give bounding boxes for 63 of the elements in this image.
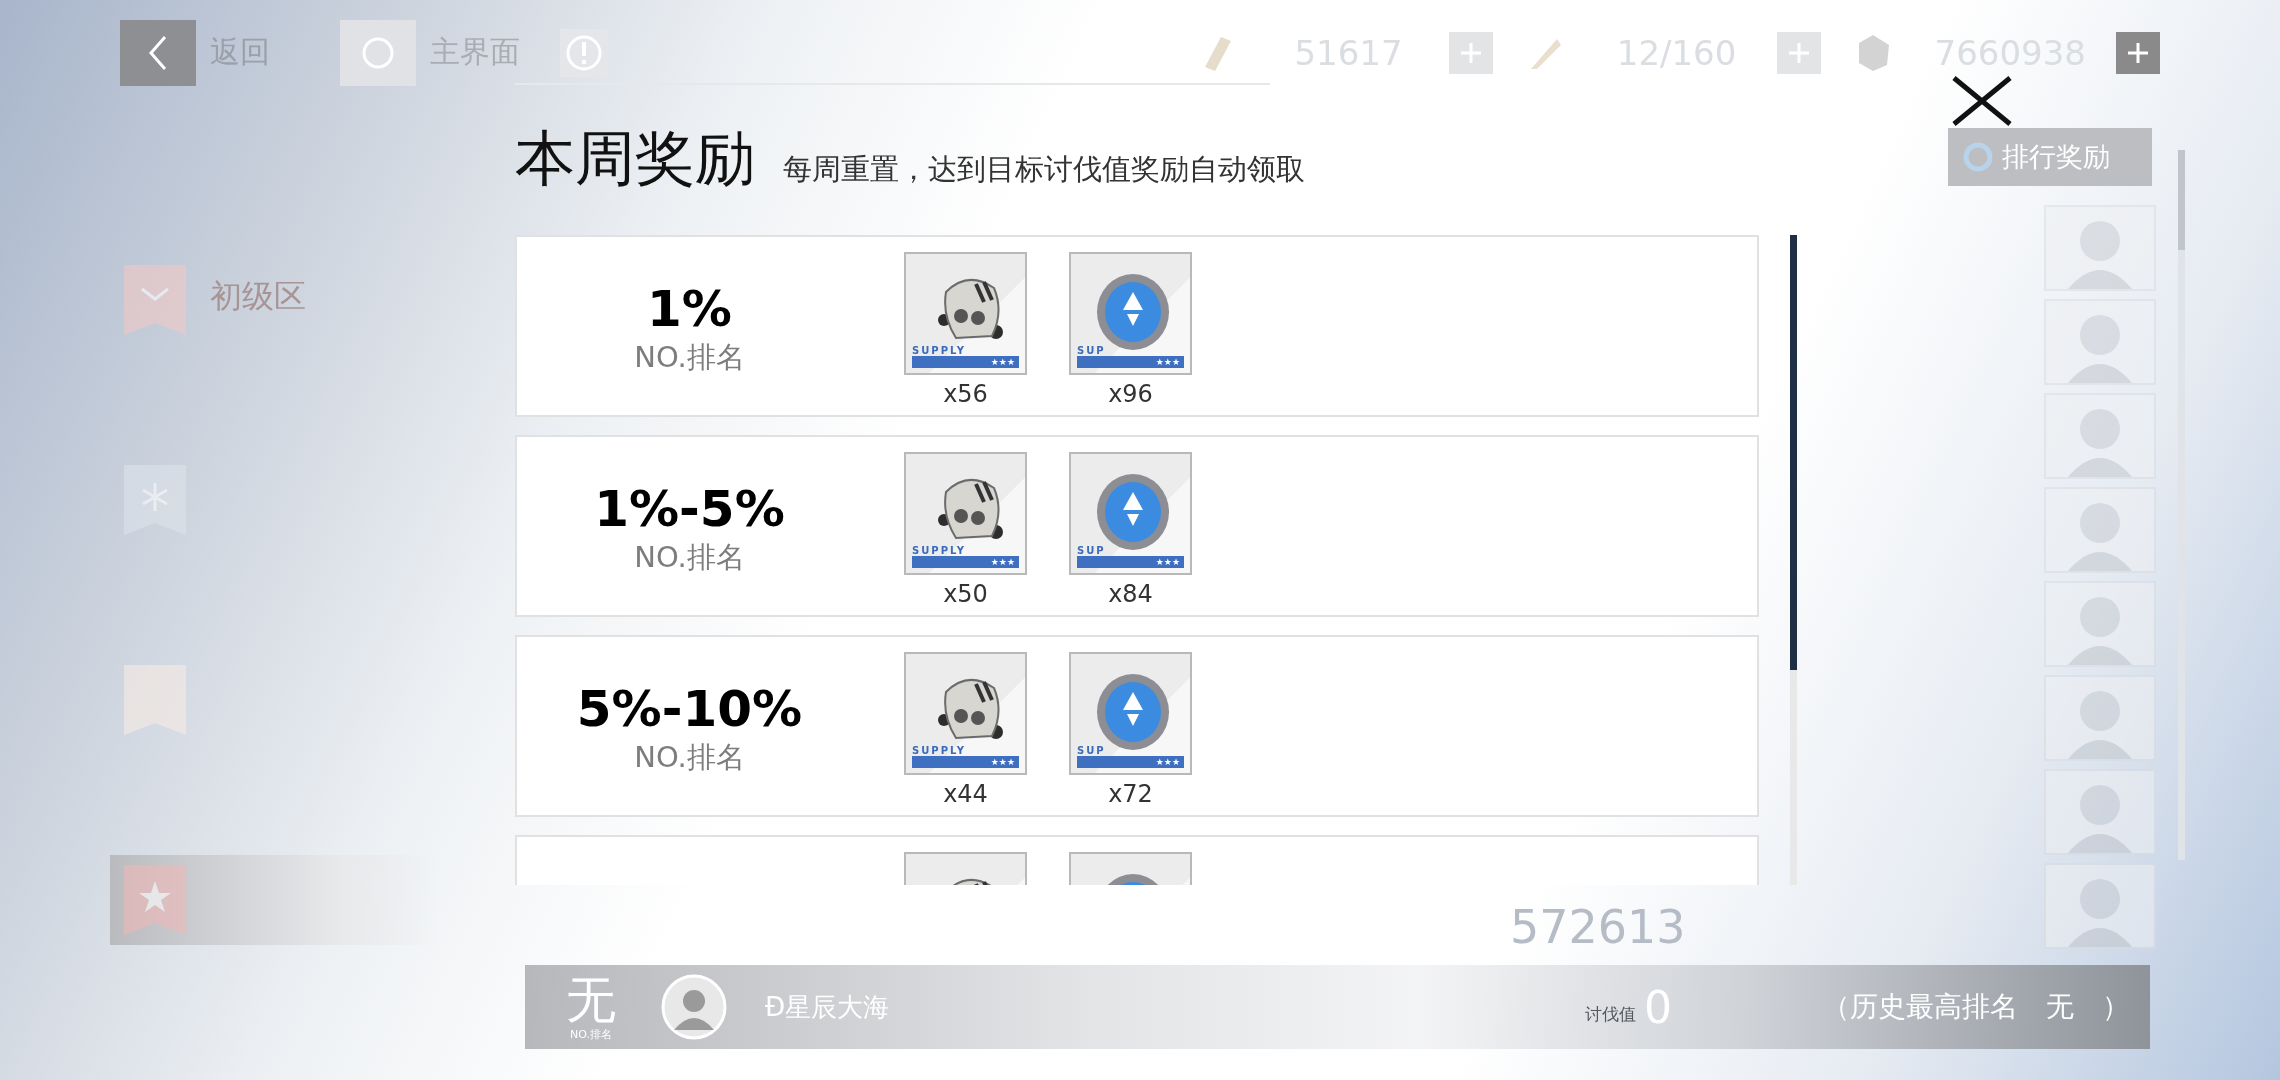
mask-icon — [937, 678, 1005, 742]
plus-icon — [1458, 40, 1483, 65]
item-tag: SUP — [1077, 345, 1106, 356]
portrait-card[interactable] — [2044, 299, 2156, 385]
portrait-card[interactable] — [2044, 863, 2156, 949]
tier-range: 1%-5% — [594, 480, 785, 538]
item-tile[interactable]: SUPPLY ★★★ — [904, 652, 1027, 775]
rarity-bar: ★★★ — [1077, 756, 1184, 768]
panel-title: 本周奖励 — [515, 122, 755, 195]
item-tag: SUPPLY — [912, 545, 967, 556]
item-quantity: x50 — [943, 580, 988, 608]
item-quantity: x72 — [1108, 780, 1153, 808]
mask-icon — [937, 278, 1005, 342]
item-tile[interactable]: SUPPLY ★★★ — [904, 252, 1027, 375]
scroll-thumb[interactable] — [1790, 235, 1797, 670]
rarity-bar: ★★★ — [912, 756, 1019, 768]
scroll-thumb[interactable] — [2178, 150, 2185, 250]
item-quantity: x96 — [1108, 380, 1153, 408]
my-rank: 无 — [566, 972, 616, 1027]
home-button[interactable] — [340, 19, 416, 86]
item-tag: SUPPLY — [912, 345, 967, 356]
item-tile[interactable]: SUP ★★★ — [1069, 652, 1192, 775]
tier-caption: NO.排名 — [634, 339, 745, 376]
mask-icon — [937, 478, 1005, 542]
rarity-bar: ★★★ — [912, 356, 1019, 368]
item-tile[interactable]: SUP ★★★ — [1069, 452, 1192, 575]
badge-icon — [124, 465, 186, 535]
plus-icon — [1786, 40, 1811, 65]
rarity-bar: ★★★ — [1077, 556, 1184, 568]
back-button[interactable] — [120, 19, 196, 86]
portrait-card[interactable] — [2044, 205, 2156, 291]
panel-subtitle: 每周重置，达到目标讨伐值奖励自动领取 — [783, 151, 1305, 188]
close-icon[interactable] — [1950, 76, 2014, 126]
portrait-card[interactable] — [2044, 581, 2156, 667]
score-label: 讨伐值 — [1585, 1002, 1636, 1026]
badge-icon — [124, 265, 186, 335]
score-text: 572613 — [1510, 900, 1686, 954]
portrait-card[interactable] — [2044, 487, 2156, 573]
tier-range: 5%-10% — [576, 680, 803, 738]
item-tile[interactable]: SUPPLY ★★★ — [904, 452, 1027, 575]
tier-caption: NO.排名 — [634, 539, 745, 576]
item-quantity: x44 — [943, 780, 988, 808]
tier-caption: NO.排名 — [634, 739, 745, 776]
sidebar-label: 初级区 — [210, 276, 306, 317]
portrait-card[interactable] — [2044, 675, 2156, 761]
item-tile[interactable]: SUP ★★★ — [1069, 252, 1192, 375]
item-tag: SUP — [1077, 545, 1106, 556]
rarity-bar: ★★★ — [912, 556, 1019, 568]
portrait-card[interactable] — [2044, 769, 2156, 855]
badge-icon — [124, 865, 186, 935]
item-quantity: x56 — [943, 380, 988, 408]
best-rank-text: （历史最高排名 无 ） — [1822, 989, 2130, 1025]
item-tag: SUPPLY — [912, 745, 967, 756]
plus-icon — [2126, 40, 2150, 65]
add-button[interactable] — [2116, 31, 2160, 74]
item-quantity: x84 — [1108, 580, 1153, 608]
portrait-card[interactable] — [2044, 393, 2156, 479]
badge-icon — [124, 665, 186, 735]
item-tag: SUP — [1077, 745, 1106, 756]
avatar-icon — [661, 974, 727, 1040]
home-icon — [361, 35, 395, 70]
tier-range: 1% — [647, 280, 732, 338]
rarity-bar: ★★★ — [1077, 356, 1184, 368]
